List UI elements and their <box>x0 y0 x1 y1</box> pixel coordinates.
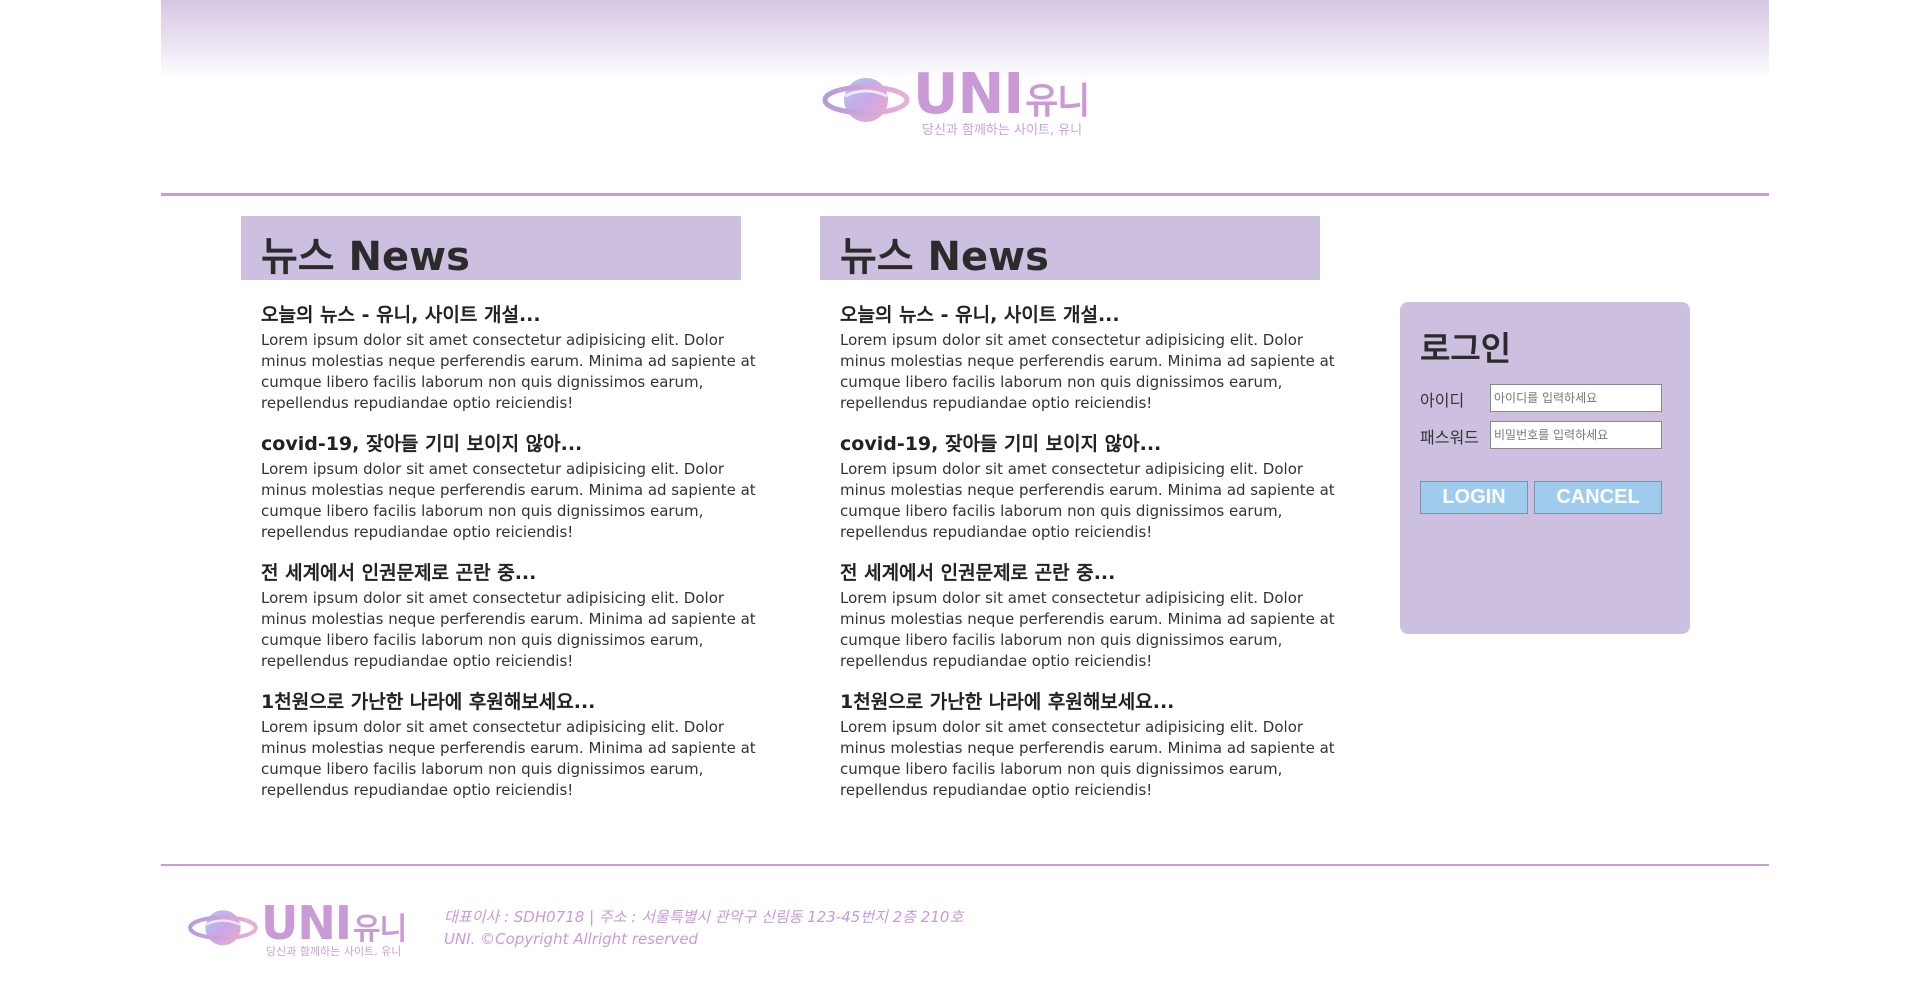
news-item: 전 세계에서 인권문제로 곤란 중... Lorem ipsum dolor s… <box>261 558 771 687</box>
cancel-button[interactable]: CANCEL <box>1534 481 1662 514</box>
footer-info: 대표이사 : SDH0718 | 주소 : 서울특별시 관악구 신림동 123-… <box>444 906 963 950</box>
planet-logo-icon <box>188 910 258 946</box>
news-item: covid-19, 잦아들 기미 보이지 않아... Lorem ipsum d… <box>261 429 771 558</box>
footer-logo[interactable]: UNI유니 당신과 함께하는 사이트, 유니 <box>187 896 427 964</box>
password-input[interactable] <box>1490 421 1662 449</box>
news-heading: 뉴스 News <box>261 234 470 280</box>
login-button[interactable]: LOGIN <box>1420 481 1528 514</box>
news-body: Lorem ipsum dolor sit amet consectetur a… <box>840 460 1335 541</box>
page-wrapper: UNI유니 당신과 함께하는 사이트, 유니 뉴스 News 오늘의 뉴스 - … <box>161 0 1769 1002</box>
news-body: Lorem ipsum dolor sit amet consectetur a… <box>261 460 756 541</box>
logo-tagline: 당신과 함께하는 사이트, 유니 <box>922 123 1083 138</box>
news-title-link[interactable]: 전 세계에서 인권문제로 곤란 중... <box>261 558 771 588</box>
news-heading-bar: 뉴스 News <box>241 216 741 280</box>
news-list: 오늘의 뉴스 - 유니, 사이트 개설... Lorem ipsum dolor… <box>241 300 771 816</box>
news-body: Lorem ipsum dolor sit amet consectetur a… <box>261 331 756 412</box>
logo-wordmark: UNI유니 <box>261 896 407 950</box>
news-item: 1천원으로 가난한 나라에 후원해보세요... Lorem ipsum dolo… <box>261 687 771 816</box>
news-item: 1천원으로 가난한 나라에 후원해보세요... Lorem ipsum dolo… <box>840 687 1350 816</box>
news-list: 오늘의 뉴스 - 유니, 사이트 개설... Lorem ipsum dolor… <box>820 300 1350 816</box>
news-item: 오늘의 뉴스 - 유니, 사이트 개설... Lorem ipsum dolor… <box>840 300 1350 429</box>
news-title-link[interactable]: 1천원으로 가난한 나라에 후원해보세요... <box>261 687 771 717</box>
id-input[interactable] <box>1490 384 1662 412</box>
news-column-2: 뉴스 News 오늘의 뉴스 - 유니, 사이트 개설... Lorem ips… <box>820 216 1350 816</box>
news-body: Lorem ipsum dolor sit amet consectetur a… <box>840 589 1335 670</box>
planet-logo-icon <box>822 78 910 122</box>
footer-copyright: UNI. ©Copyright Allright reserved <box>444 930 699 948</box>
password-label: 패스워드 <box>1420 428 1479 447</box>
logo-wordmark: UNI유니 <box>913 62 1090 127</box>
news-item: 전 세계에서 인권문제로 곤란 중... Lorem ipsum dolor s… <box>840 558 1350 687</box>
news-heading-bar: 뉴스 News <box>820 216 1320 280</box>
news-heading: 뉴스 News <box>840 234 1049 280</box>
news-title-link[interactable]: covid-19, 잦아들 기미 보이지 않아... <box>840 429 1350 459</box>
news-item: 오늘의 뉴스 - 유니, 사이트 개설... Lorem ipsum dolor… <box>261 300 771 429</box>
news-body: Lorem ipsum dolor sit amet consectetur a… <box>840 718 1335 799</box>
news-body: Lorem ipsum dolor sit amet consectetur a… <box>840 331 1335 412</box>
login-panel: 로그인 아이디 패스워드 LOGIN CANCEL <box>1400 302 1690 634</box>
news-body: Lorem ipsum dolor sit amet consectetur a… <box>261 718 756 799</box>
footer-company-info: 대표이사 : SDH0718 | 주소 : 서울특별시 관악구 신림동 123-… <box>444 908 964 926</box>
news-title-link[interactable]: 오늘의 뉴스 - 유니, 사이트 개설... <box>840 300 1350 330</box>
login-title: 로그인 <box>1420 329 1512 368</box>
news-title-link[interactable]: 1천원으로 가난한 나라에 후원해보세요... <box>840 687 1350 717</box>
news-column-1: 뉴스 News 오늘의 뉴스 - 유니, 사이트 개설... Lorem ips… <box>241 216 771 816</box>
header-logo[interactable]: UNI유니 당신과 함께하는 사이트, 유니 <box>821 62 1121 146</box>
news-body: Lorem ipsum dolor sit amet consectetur a… <box>261 589 756 670</box>
site-header: UNI유니 당신과 함께하는 사이트, 유니 <box>161 0 1769 196</box>
id-label: 아이디 <box>1420 391 1465 410</box>
news-title-link[interactable]: covid-19, 잦아들 기미 보이지 않아... <box>261 429 771 459</box>
news-title-link[interactable]: 오늘의 뉴스 - 유니, 사이트 개설... <box>261 300 771 330</box>
site-footer: UNI유니 당신과 함께하는 사이트, 유니 대표이사 : SDH0718 | … <box>161 864 1769 1002</box>
logo-tagline: 당신과 함께하는 사이트, 유니 <box>266 945 402 958</box>
news-item: covid-19, 잦아들 기미 보이지 않아... Lorem ipsum d… <box>840 429 1350 558</box>
news-title-link[interactable]: 전 세계에서 인권문제로 곤란 중... <box>840 558 1350 588</box>
